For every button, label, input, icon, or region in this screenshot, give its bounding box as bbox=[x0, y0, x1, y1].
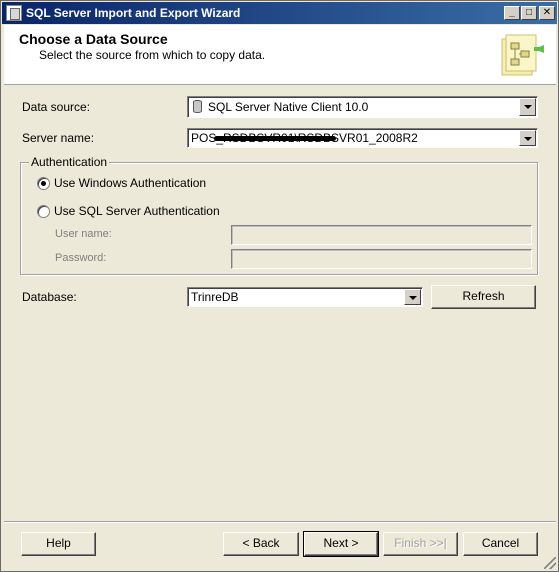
chevron-down-icon[interactable] bbox=[519, 130, 536, 146]
chevron-down-icon[interactable] bbox=[404, 289, 421, 305]
footer-separator bbox=[4, 521, 556, 523]
cancel-button[interactable]: Cancel bbox=[463, 532, 538, 556]
user-name-input bbox=[231, 225, 532, 245]
data-source-label: Data source: bbox=[22, 100, 91, 114]
finish-button: Finish >>| bbox=[383, 532, 458, 556]
database-combo[interactable]: TrinreDB bbox=[187, 287, 423, 307]
refresh-button[interactable]: Refresh bbox=[431, 285, 536, 309]
password-input bbox=[231, 249, 532, 269]
wizard-window: SQL Server Import and Export Wizard _ □ … bbox=[0, 0, 559, 572]
password-label: Password: bbox=[55, 252, 107, 264]
sql-auth-radio[interactable] bbox=[37, 205, 50, 218]
authentication-group: Authentication Use Windows Authenticatio… bbox=[20, 155, 538, 275]
minimize-button[interactable]: _ bbox=[504, 6, 520, 20]
server-name-label: Server name: bbox=[22, 131, 95, 145]
app-icon bbox=[6, 5, 22, 21]
page-subtitle: Select the source from which to copy dat… bbox=[39, 48, 266, 62]
next-button[interactable]: Next > bbox=[303, 531, 379, 557]
window-title: SQL Server Import and Export Wizard bbox=[26, 6, 241, 20]
resize-grip-icon[interactable] bbox=[544, 557, 556, 569]
back-button[interactable]: < Back bbox=[223, 532, 299, 556]
redaction-mark bbox=[214, 136, 336, 141]
wizard-graphic-icon bbox=[501, 34, 544, 76]
wizard-header: Choose a Data Source Select the source f… bbox=[4, 25, 556, 85]
data-source-value: SQL Server Native Client 10.0 bbox=[208, 100, 369, 114]
windows-auth-radio[interactable] bbox=[37, 177, 50, 190]
page-title: Choose a Data Source bbox=[19, 31, 168, 47]
database-icon bbox=[193, 100, 202, 113]
database-value: TrinreDB bbox=[191, 290, 239, 304]
close-button[interactable]: ✕ bbox=[539, 6, 555, 20]
authentication-legend: Authentication bbox=[29, 155, 110, 169]
data-source-dropdown[interactable]: SQL Server Native Client 10.0 bbox=[187, 96, 538, 118]
help-button[interactable]: Help bbox=[21, 532, 96, 556]
windows-auth-label[interactable]: Use Windows Authentication bbox=[54, 176, 206, 190]
server-name-combo[interactable]: POS_RSDBSVR01\RSDBSVR01_2008R2 bbox=[187, 128, 538, 148]
user-name-label: User name: bbox=[55, 228, 112, 240]
database-label: Database: bbox=[22, 290, 77, 304]
sql-auth-label[interactable]: Use SQL Server Authentication bbox=[54, 204, 220, 218]
chevron-down-icon[interactable] bbox=[519, 98, 536, 116]
maximize-button[interactable]: □ bbox=[521, 6, 537, 20]
title-bar[interactable]: SQL Server Import and Export Wizard _ □ … bbox=[2, 2, 557, 24]
